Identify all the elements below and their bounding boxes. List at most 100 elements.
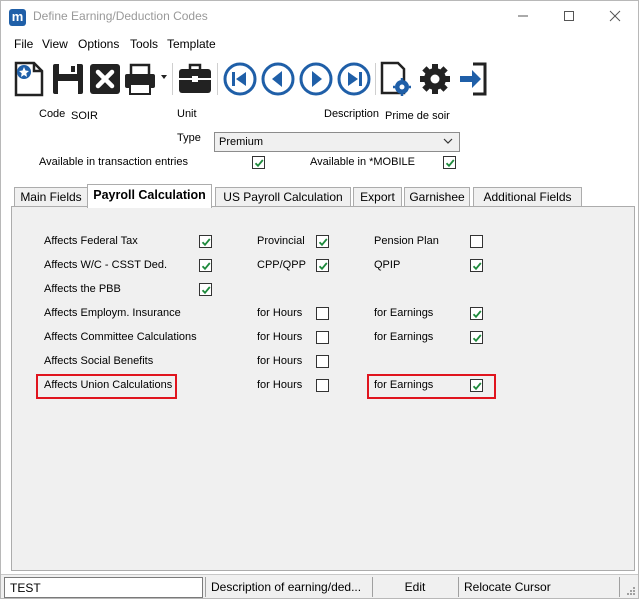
last-record-icon: [337, 62, 371, 96]
window-title: Define Earning/Deduction Codes: [33, 9, 208, 23]
qpip-checkbox[interactable]: [470, 259, 483, 272]
available-transaction-checkbox[interactable]: [252, 156, 265, 169]
delete-button[interactable]: [88, 59, 124, 97]
checkmark-icon: [318, 262, 328, 271]
checkmark-icon: [254, 159, 264, 168]
minimize-icon: [518, 15, 528, 17]
type-select[interactable]: Premium: [214, 132, 460, 152]
print-icon: [125, 63, 167, 95]
affects-federal-tax-label: Affects Federal Tax: [44, 235, 138, 247]
union-hours-checkbox[interactable]: [316, 379, 329, 392]
committee-hours-label: for Hours: [257, 331, 303, 343]
affects-pbb-label: Affects the PBB: [44, 283, 121, 295]
first-record-icon: [223, 62, 257, 96]
menu-file[interactable]: File: [14, 37, 33, 51]
last-record-button[interactable]: [336, 59, 372, 97]
status-input[interactable]: TEST: [4, 577, 203, 598]
pension-plan-label: Pension Plan: [374, 235, 439, 247]
define-codes-window: m Define Earning/Deduction Codes File Vi…: [0, 0, 639, 599]
affects-wc-checkbox[interactable]: [199, 259, 212, 272]
checkmark-icon: [201, 262, 211, 271]
committee-earnings-checkbox[interactable]: [470, 331, 483, 344]
settings-document-button[interactable]: [379, 59, 415, 97]
union-label-highlight: [36, 374, 177, 399]
menu-view[interactable]: View: [42, 37, 68, 51]
close-icon: [609, 10, 621, 22]
print-button[interactable]: [124, 59, 170, 97]
toolbar: [1, 57, 638, 101]
affects-federal-tax-checkbox[interactable]: [199, 235, 212, 248]
description-value[interactable]: Prime de soir: [385, 110, 450, 122]
affects-social-label: Affects Social Benefits: [44, 355, 154, 367]
resize-grip-icon[interactable]: [625, 585, 635, 595]
exit-button[interactable]: [457, 59, 493, 97]
committee-earnings-label: for Earnings: [374, 331, 434, 343]
tab-garnishee[interactable]: Garnishee: [404, 187, 470, 207]
ei-earnings-label: for Earnings: [374, 307, 434, 319]
social-hours-label: for Hours: [257, 355, 303, 367]
committee-hours-checkbox[interactable]: [316, 331, 329, 344]
toolbar-separator: [217, 63, 218, 95]
checkmark-icon: [318, 238, 328, 247]
new-record-button[interactable]: [12, 59, 48, 97]
affects-ei-label: Affects Employm. Insurance: [44, 307, 181, 319]
checkmark-icon: [201, 286, 211, 295]
code-value[interactable]: SOIR: [71, 110, 98, 122]
save-icon: [53, 64, 83, 94]
union-earnings-highlight: [367, 374, 496, 399]
menu-options[interactable]: Options: [78, 37, 119, 51]
toolbar-separator: [172, 63, 173, 95]
pension-plan-checkbox[interactable]: [470, 235, 483, 248]
tab-additional-fields[interactable]: Additional Fields: [473, 187, 582, 207]
affects-pbb-checkbox[interactable]: [199, 283, 212, 296]
checkmark-icon: [472, 262, 482, 271]
status-mode: Edit: [404, 580, 426, 594]
status-divider: [619, 577, 620, 597]
settings-document-icon: [380, 61, 411, 96]
tab-main-fields[interactable]: Main Fields: [14, 187, 88, 207]
app-logo-icon: m: [9, 9, 26, 26]
union-hours-label: for Hours: [257, 379, 303, 391]
status-hint: Relocate Cursor: [464, 580, 551, 594]
available-transaction-label: Available in transaction entries: [39, 156, 188, 168]
qpip-label: QPIP: [374, 259, 401, 271]
next-record-button[interactable]: [298, 59, 334, 97]
exit-icon: [460, 62, 487, 96]
social-hours-checkbox[interactable]: [316, 355, 329, 368]
chevron-down-icon: [443, 138, 453, 144]
affects-wc-label: Affects W/C - CSST Ded.: [44, 259, 168, 271]
menu-template[interactable]: Template: [167, 37, 216, 51]
first-record-button[interactable]: [222, 59, 258, 97]
tab-us-payroll-calculation[interactable]: US Payroll Calculation: [215, 187, 351, 207]
ei-hours-checkbox[interactable]: [316, 307, 329, 320]
previous-record-button[interactable]: [260, 59, 296, 97]
type-select-value: Premium: [219, 136, 264, 148]
delete-icon: [90, 64, 120, 94]
maximize-button[interactable]: [546, 1, 592, 31]
menu-bar: File View Options Tools Template: [1, 37, 638, 55]
menu-tools[interactable]: Tools: [130, 37, 158, 51]
close-button[interactable]: [592, 1, 638, 31]
status-bar: TEST Description of earning/ded... Edit …: [1, 574, 638, 598]
checkmark-icon: [472, 334, 482, 343]
cpp-qpp-label: CPP/QPP: [257, 259, 306, 271]
provincial-checkbox[interactable]: [316, 235, 329, 248]
minimize-button[interactable]: [500, 1, 546, 31]
available-mobile-label: Available in *MOBILE: [310, 156, 415, 168]
ei-earnings-checkbox[interactable]: [470, 307, 483, 320]
checkmark-icon: [445, 159, 455, 168]
provincial-label: Provincial: [257, 235, 305, 247]
available-mobile-checkbox[interactable]: [443, 156, 456, 169]
status-description: Description of earning/ded...: [211, 580, 362, 594]
new-record-icon: [14, 61, 44, 97]
gear-button[interactable]: [418, 59, 454, 97]
checkmark-icon: [472, 310, 482, 319]
title-bar: m Define Earning/Deduction Codes: [1, 1, 638, 33]
cpp-qpp-checkbox[interactable]: [316, 259, 329, 272]
tab-payroll-calculation[interactable]: Payroll Calculation: [87, 184, 212, 208]
tab-export[interactable]: Export: [353, 187, 402, 207]
code-label: Code: [39, 108, 66, 120]
briefcase-button[interactable]: [178, 59, 214, 97]
maximize-icon: [564, 11, 574, 21]
save-button[interactable]: [51, 59, 87, 97]
